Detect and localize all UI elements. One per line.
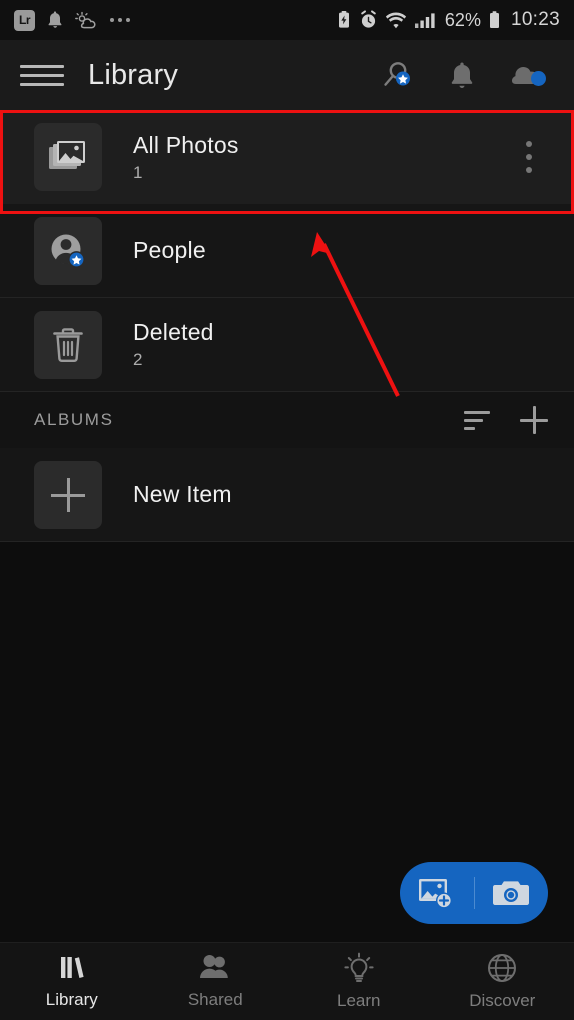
list-item-text: Deleted 2 (133, 319, 574, 370)
wifi-icon (385, 12, 407, 29)
weather-icon (75, 11, 96, 29)
people-icon (200, 955, 229, 978)
sort-lines-icon[interactable] (464, 410, 490, 430)
battery-icon (489, 11, 499, 28)
overflow-menu-icon[interactable] (504, 141, 554, 173)
nav-label: Learn (337, 991, 381, 1010)
search-icon[interactable] (376, 55, 416, 95)
globe-icon (488, 954, 517, 982)
list-item-title: Deleted (133, 319, 214, 345)
list-item-count: 2 (133, 350, 143, 369)
nav-label: Library (45, 990, 98, 1009)
app-screen: Lr 62% 10:23 Library All Photos 1 People… (0, 0, 574, 1020)
people-star-icon (34, 216, 102, 285)
camera-icon[interactable] (475, 862, 549, 924)
list-item-title: All Photos (133, 131, 239, 158)
bell-icon (48, 11, 62, 28)
list-item-people[interactable]: People (0, 204, 574, 298)
create-actions-fab[interactable] (400, 862, 548, 924)
list-item-title: New Item (133, 481, 232, 507)
notifications-bell-icon[interactable] (442, 55, 482, 95)
lightroom-app-icon: Lr (14, 9, 35, 31)
nav-item-library[interactable]: Library (0, 943, 144, 1020)
app-bar: Library (0, 40, 574, 110)
albums-section-header: ALBUMS (0, 392, 574, 448)
nav-item-learn[interactable]: Learn (287, 943, 431, 1020)
status-bar: Lr 62% 10:23 (0, 0, 574, 40)
add-photo-icon[interactable] (400, 862, 474, 924)
albums-label: ALBUMS (34, 410, 114, 429)
plus-icon[interactable] (520, 406, 548, 434)
albums-header-actions (464, 406, 548, 434)
books-icon (60, 957, 84, 978)
library-list: All Photos 1 People Deleted 2 ALBUMS New… (0, 110, 574, 542)
more-dots-icon (110, 18, 130, 22)
nav-label: Shared (187, 990, 243, 1009)
page-title: Library (88, 58, 179, 91)
plus-icon (34, 460, 102, 529)
list-item-text: People (133, 237, 574, 264)
nav-item-shared[interactable]: Shared (144, 943, 288, 1020)
list-item-new-item[interactable]: New Item (0, 448, 574, 542)
battery-percent-label: 62% (444, 9, 481, 30)
clock-label: 10:23 (510, 9, 560, 30)
list-item-text: All Photos 1 (133, 132, 504, 183)
list-item-text: New Item (133, 481, 574, 508)
hamburger-menu-icon[interactable] (20, 64, 64, 86)
nav-label: Discover (469, 991, 536, 1010)
list-item-all-photos[interactable]: All Photos 1 (0, 110, 574, 204)
signal-icon (414, 13, 435, 28)
app-bar-actions (376, 55, 548, 95)
trash-icon (34, 310, 102, 379)
lightbulb-icon (344, 952, 374, 982)
photos-stack-icon (34, 123, 102, 191)
list-item-title: People (133, 237, 206, 263)
alarm-icon (361, 10, 376, 28)
bottom-navigation: Library Shared Learn Discover (0, 942, 574, 1020)
list-item-deleted[interactable]: Deleted 2 (0, 298, 574, 392)
battery-saver-icon (338, 11, 349, 28)
status-bar-left: Lr (14, 9, 130, 31)
status-bar-right: 62% 10:23 (336, 9, 560, 31)
list-item-count: 1 (133, 162, 143, 182)
nav-item-discover[interactable]: Discover (431, 943, 574, 1020)
cloud-sync-icon[interactable] (508, 55, 548, 95)
